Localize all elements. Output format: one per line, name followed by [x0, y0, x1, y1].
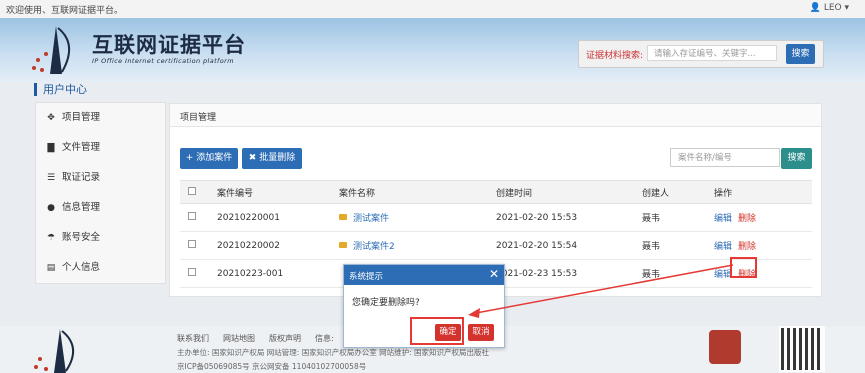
- dialog-title: 系统提示: [349, 272, 384, 282]
- created-time: 2021-02-20 15:54: [495, 231, 641, 260]
- header-banner: 互联网证据平台 IP Office Internet certification…: [0, 18, 865, 82]
- user-icon: 👤: [809, 3, 821, 13]
- table-row: 20210220002 测试案件2 2021-02-20 15:54 聂韦 编辑…: [180, 231, 812, 260]
- sidebar-item-info[interactable]: ● 信息管理: [36, 193, 165, 223]
- edit-link[interactable]: 编辑: [714, 214, 732, 224]
- delete-link[interactable]: 删除: [738, 214, 756, 224]
- delete-highlight-box: [730, 257, 757, 278]
- sidebar-item-project[interactable]: ✥ 项目管理: [36, 103, 165, 133]
- case-search-button[interactable]: 搜索: [781, 148, 812, 169]
- sidebar-item-label: 文件管理: [62, 142, 101, 153]
- footer-link-info[interactable]: 信息:: [315, 334, 334, 343]
- confirm-highlight-box: [410, 317, 464, 345]
- footer-link-contact[interactable]: 联系我们: [177, 334, 209, 343]
- database-icon: ☰: [46, 173, 56, 183]
- table-row: 20210220001 测试案件 2021-02-20 15:53 聂韦 编辑删…: [180, 203, 812, 232]
- file-icon: ▇: [47, 143, 55, 153]
- col-case-id: 案件编号: [216, 180, 338, 204]
- sidebar-item-label: 取证记录: [62, 172, 101, 183]
- close-icon[interactable]: ✕: [489, 267, 499, 281]
- col-created: 创建时间: [495, 180, 641, 204]
- footer-logo: [34, 329, 74, 373]
- creator: 聂韦: [641, 231, 713, 260]
- cancel-button[interactable]: 取消: [468, 324, 494, 341]
- evidence-search-label: 证据材料搜索:: [586, 51, 644, 61]
- brand-subtitle: IP Office Internet certification platfor…: [92, 57, 234, 65]
- user-center-title: 用户中心: [34, 83, 87, 96]
- top-bar: 欢迎使用、互联网证据平台。 👤 LEO ▾: [0, 0, 865, 19]
- page-title: 项目管理: [180, 113, 217, 123]
- case-name-link[interactable]: 测试案件2: [353, 242, 395, 252]
- case-id: 20210220002: [216, 231, 338, 260]
- created-time: 2021-02-20 15:53: [495, 203, 641, 232]
- footer-link-sitemap[interactable]: 网站地图: [223, 334, 255, 343]
- panel-header: 项目管理: [170, 104, 821, 127]
- sidebar-item-records[interactable]: ☰ 取证记录: [36, 163, 165, 193]
- select-all-checkbox[interactable]: [188, 186, 196, 195]
- evidence-search-button[interactable]: 搜索: [786, 44, 815, 64]
- brand-title: 互联网证据平台: [92, 33, 246, 57]
- qr-code: [779, 326, 825, 372]
- delete-link[interactable]: 删除: [738, 242, 756, 252]
- table-header: 案件编号 案件名称 创建时间 创建人 操作: [180, 180, 812, 204]
- col-creator: 创建人: [641, 180, 713, 204]
- comment-icon: ●: [47, 203, 55, 213]
- case-id: 20210220001: [216, 203, 338, 232]
- sidebar-item-files[interactable]: ▇ 文件管理: [36, 133, 165, 163]
- created-time: 2021-02-23 15:53: [495, 259, 641, 288]
- col-actions: 操作: [713, 180, 812, 204]
- case-id: 20210223-001: [216, 259, 338, 288]
- case-name-link[interactable]: 测试案件: [353, 214, 389, 224]
- id-card-icon: ▤: [46, 263, 56, 273]
- folder-icon: [339, 242, 347, 248]
- evidence-search-input[interactable]: 请输入存证编号、关键字...: [647, 45, 777, 61]
- gov-badge-icon: [709, 330, 741, 364]
- row-checkbox[interactable]: [188, 268, 196, 276]
- sidebar: ✥ 项目管理 ▇ 文件管理 ☰ 取证记录 ● 信息管理 ☂ 账号安全 ▤ 个人信息: [35, 102, 166, 284]
- row-checkbox[interactable]: [188, 212, 196, 220]
- cubes-icon: ✥: [47, 113, 55, 123]
- footer-sponsor: 主办单位: 国家知识产权局 网站管理: 国家知识产权局办公室 网站维护: 国家知…: [177, 348, 489, 357]
- col-case-name: 案件名称: [338, 180, 495, 204]
- row-checkbox[interactable]: [188, 240, 196, 248]
- add-case-button[interactable]: + 添加案件: [180, 148, 238, 169]
- sidebar-item-label: 个人信息: [62, 262, 101, 273]
- platform-logo: [32, 26, 70, 74]
- batch-delete-button[interactable]: ✖ 批量删除: [242, 148, 302, 169]
- footer-link-copyright[interactable]: 版权声明: [269, 334, 301, 343]
- welcome-text: 欢迎使用、互联网证据平台。: [6, 6, 124, 16]
- user-name: LEO: [823, 3, 842, 13]
- footer-links: 联系我们 网站地图 版权声明 信息:: [177, 333, 348, 344]
- creator: 聂韦: [641, 259, 713, 288]
- evidence-search: 证据材料搜索: 请输入存证编号、关键字... 搜索: [578, 40, 824, 68]
- folder-icon: [339, 214, 347, 220]
- sidebar-item-label: 账号安全: [62, 232, 101, 243]
- footer-icp: 京ICP备05069085号 京公网安备 11040102700058号: [177, 362, 367, 371]
- umbrella-icon: ☂: [46, 233, 56, 243]
- creator: 聂韦: [641, 203, 713, 232]
- sidebar-item-label: 项目管理: [62, 112, 101, 123]
- dialog-header: 系统提示 ✕: [344, 265, 504, 285]
- edit-link[interactable]: 编辑: [714, 242, 732, 252]
- sidebar-item-label: 信息管理: [62, 202, 101, 213]
- sidebar-item-profile[interactable]: ▤ 个人信息: [36, 253, 165, 283]
- user-menu[interactable]: 👤 LEO ▾: [810, 3, 849, 13]
- sidebar-item-security[interactable]: ☂ 账号安全: [36, 223, 165, 253]
- case-search-input[interactable]: 案件名称/编号: [670, 148, 780, 167]
- dialog-message: 您确定要删除吗?: [352, 298, 420, 308]
